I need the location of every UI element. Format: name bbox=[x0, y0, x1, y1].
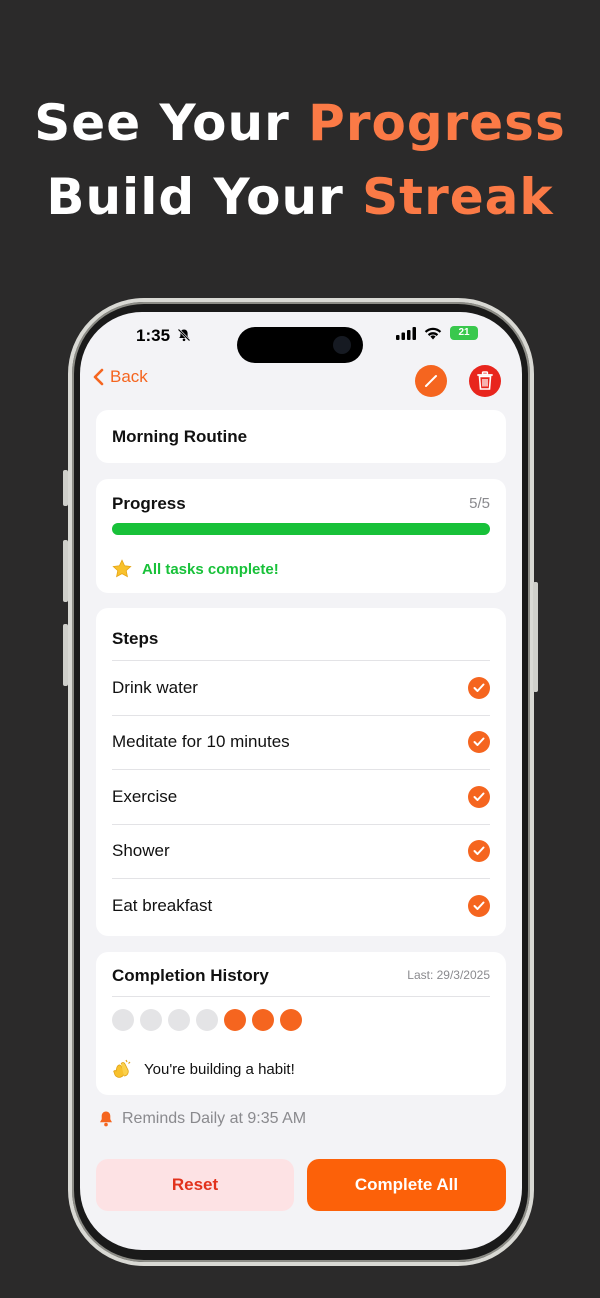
steps-card: Steps Drink water Meditate for 10 minutes… bbox=[96, 608, 506, 936]
promo-headline: See Your Progress Build Your Streak bbox=[0, 86, 600, 234]
history-dot-missed bbox=[196, 1009, 218, 1031]
phone-side-button bbox=[63, 624, 68, 686]
history-last-date: Last: 29/3/2025 bbox=[407, 968, 490, 982]
history-dot-complete bbox=[252, 1009, 274, 1031]
headline-accent-text: Progress bbox=[308, 94, 566, 152]
step-label: Drink water bbox=[112, 677, 198, 697]
complete-all-label: Complete All bbox=[354, 1175, 459, 1194]
history-dot-missed bbox=[140, 1009, 162, 1031]
step-row[interactable]: Exercise bbox=[112, 769, 490, 823]
step-label: Exercise bbox=[112, 786, 178, 806]
history-dots bbox=[112, 1009, 302, 1031]
step-checkbox[interactable] bbox=[468, 785, 490, 808]
reminder-text: Reminds Daily at 9:35 AM bbox=[122, 1110, 307, 1127]
delete-button[interactable] bbox=[469, 365, 501, 397]
phone-side-button bbox=[533, 582, 538, 692]
step-row[interactable]: Meditate for 10 minutes bbox=[112, 714, 490, 769]
history-dot-complete bbox=[224, 1009, 246, 1031]
headline-accent-text: Streak bbox=[362, 168, 554, 226]
checkmark-icon bbox=[473, 683, 485, 692]
step-row[interactable]: Drink water bbox=[112, 660, 490, 714]
steps-title: Steps bbox=[112, 629, 159, 648]
clapping-hands-icon bbox=[113, 1059, 131, 1078]
reset-button[interactable]: Reset bbox=[96, 1159, 294, 1211]
step-label: Meditate for 10 minutes bbox=[112, 732, 290, 751]
step-checkbox[interactable] bbox=[468, 731, 490, 753]
step-checkbox[interactable] bbox=[468, 840, 490, 862]
complete-all-button[interactable]: Complete All bbox=[307, 1159, 506, 1211]
history-title: Completion History bbox=[112, 966, 269, 985]
history-status: You're building a habit! bbox=[112, 1058, 295, 1080]
checkmark-icon bbox=[473, 737, 485, 746]
pencil-icon bbox=[425, 375, 437, 387]
step-checkbox[interactable] bbox=[468, 894, 490, 917]
dynamic-island bbox=[237, 327, 363, 363]
status-time: 1:35 bbox=[136, 326, 191, 346]
wifi-icon bbox=[424, 327, 442, 339]
back-label: Back bbox=[110, 367, 148, 386]
status-icons: 21 bbox=[396, 326, 478, 340]
history-dot-missed bbox=[112, 1009, 134, 1031]
progress-bar-fill bbox=[112, 523, 490, 535]
bell-slash-icon bbox=[177, 328, 191, 342]
edit-button[interactable] bbox=[415, 365, 447, 397]
completion-history-card: Completion History Last: 29/3/2025 You'r… bbox=[96, 952, 506, 1095]
history-dot-missed bbox=[168, 1009, 190, 1031]
trash-icon bbox=[477, 371, 493, 390]
camera-icon bbox=[333, 336, 351, 354]
step-label: Eat breakfast bbox=[112, 895, 213, 915]
cellular-signal-icon bbox=[396, 326, 416, 340]
headline-line-2: Build Your Streak bbox=[0, 160, 600, 234]
back-button[interactable]: Back bbox=[92, 367, 148, 387]
headline-line-1: See Your Progress bbox=[0, 86, 600, 160]
phone-side-button bbox=[63, 540, 68, 602]
status-time-text: 1:35 bbox=[136, 326, 171, 345]
headline-text: See Your bbox=[34, 94, 290, 152]
step-row[interactable]: Shower bbox=[112, 823, 490, 878]
history-divider bbox=[112, 996, 490, 997]
reminder-info: Reminds Daily at 9:35 AM bbox=[98, 1110, 306, 1128]
progress-status: All tasks complete! bbox=[112, 559, 279, 579]
battery-icon: 21 bbox=[450, 326, 478, 340]
app-screen: 1:35 21 Back Morning Routine Progress 5/… bbox=[80, 312, 522, 1250]
headline-text: Build Your bbox=[46, 168, 344, 226]
reset-label: Reset bbox=[171, 1175, 219, 1194]
checkmark-icon bbox=[473, 846, 485, 855]
history-message: You're building a habit! bbox=[144, 1060, 295, 1078]
progress-title: Progress bbox=[112, 494, 186, 513]
history-dot-complete bbox=[280, 1009, 302, 1031]
progress-bar bbox=[112, 523, 490, 535]
routine-title-card[interactable]: Morning Routine bbox=[96, 410, 506, 463]
routine-title: Morning Routine bbox=[112, 427, 248, 446]
progress-message: All tasks complete! bbox=[142, 560, 279, 578]
checkmark-icon bbox=[473, 901, 485, 910]
progress-card: Progress 5/5 All tasks complete! bbox=[96, 479, 506, 593]
star-icon bbox=[112, 559, 132, 578]
step-checkbox[interactable] bbox=[468, 676, 490, 699]
chevron-left-icon bbox=[93, 368, 104, 386]
step-row[interactable]: Eat breakfast bbox=[112, 878, 490, 932]
phone-side-button bbox=[63, 470, 68, 506]
step-label: Shower bbox=[112, 841, 170, 860]
checkmark-icon bbox=[473, 792, 485, 801]
progress-count: 5/5 bbox=[469, 495, 490, 512]
bell-icon bbox=[100, 1111, 112, 1127]
